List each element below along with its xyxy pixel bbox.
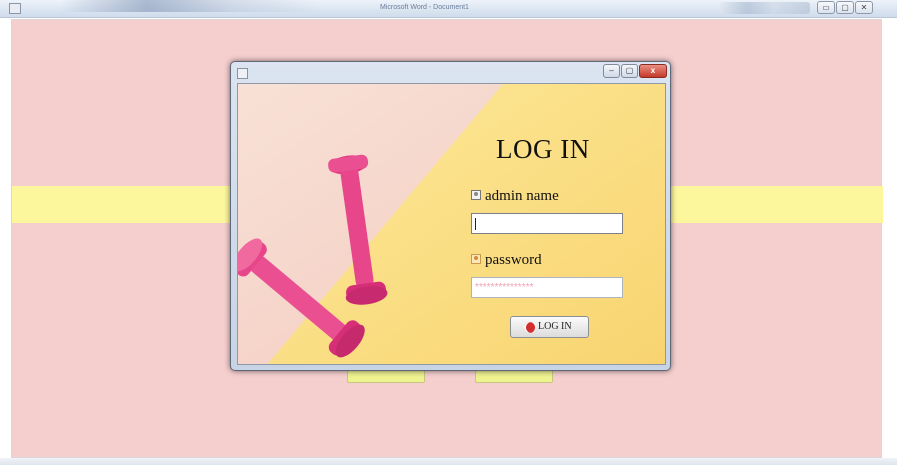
login-button-label: LOG IN: [538, 321, 572, 332]
maximize-button[interactable]: ▢: [836, 1, 854, 14]
outer-titlebar: Microsoft Word - Document1 ▭ ▢ ✕: [0, 0, 897, 18]
outer-bottom-bar: [0, 458, 897, 465]
password-label-text: password: [485, 252, 542, 268]
dialog-content: LOG IN admin name password *************…: [237, 83, 666, 365]
dialog-minimize-button[interactable]: –: [603, 64, 620, 78]
user-icon: [471, 190, 481, 200]
titlebar-toolbar-blur: [720, 2, 810, 14]
titlebar-blur: [60, 0, 320, 12]
admin-name-label-text: admin name: [485, 188, 559, 204]
dialog-close-button[interactable]: x: [639, 64, 667, 78]
close-button[interactable]: ✕: [855, 1, 873, 14]
login-button[interactable]: LOG IN: [510, 316, 589, 338]
admin-name-label: admin name: [471, 188, 559, 205]
login-dialog: – ▢ x LOG IN admin name password *******…: [230, 61, 671, 371]
password-label: password: [471, 252, 542, 269]
login-power-icon: [524, 322, 535, 333]
admin-name-input[interactable]: [471, 213, 623, 234]
password-input[interactable]: ***************: [471, 277, 623, 298]
text-caret: [475, 218, 476, 230]
dialog-app-icon: [237, 68, 248, 79]
window-title: Microsoft Word - Document1: [380, 4, 469, 11]
app-icon: [9, 3, 21, 14]
dialog-maximize-button[interactable]: ▢: [621, 64, 638, 78]
key-icon: [471, 254, 481, 264]
login-title: LOG IN: [496, 134, 590, 164]
minimize-button[interactable]: ▭: [817, 1, 835, 14]
